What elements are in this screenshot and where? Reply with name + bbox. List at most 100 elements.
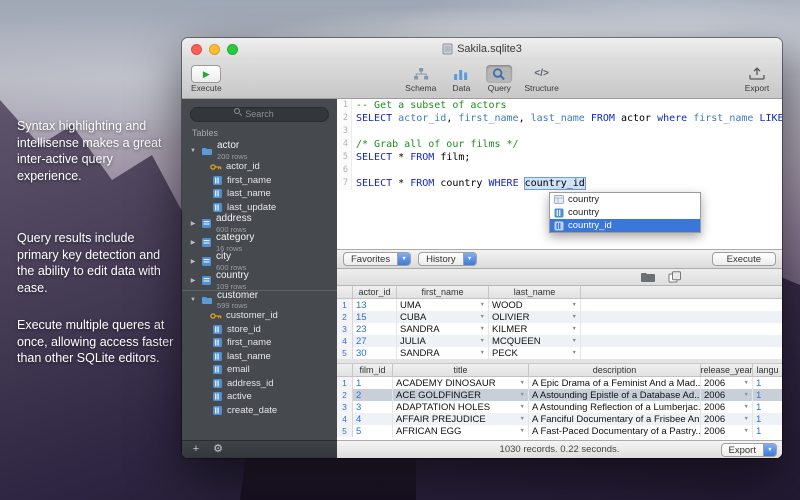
sidebar-item-city[interactable]: ▶ city600 rows: [182, 252, 337, 271]
table-row[interactable]: 5 30 SANDRA▼ PECK▼: [337, 347, 782, 359]
toolbar-schema-label: Schema: [405, 84, 436, 93]
column-header[interactable]: langu: [753, 364, 782, 376]
copy-icon[interactable]: [668, 271, 682, 283]
chevron-down-icon: ▼: [463, 253, 476, 265]
sidebar-item-customer[interactable]: ▼ customer599 rows: [182, 290, 337, 309]
filter-chevron-icon[interactable]: ▼: [478, 350, 485, 356]
table-row[interactable]: 1 13 UMA▼ WOOD▼: [337, 299, 782, 311]
filter-chevron-icon[interactable]: ▼: [570, 350, 577, 356]
line-number: 3: [337, 125, 352, 138]
search-input[interactable]: [190, 107, 329, 122]
window-title: Sakila.sqlite3: [442, 43, 522, 55]
filter-chevron-icon[interactable]: ▼: [742, 380, 749, 386]
filter-chevron-icon[interactable]: ▼: [570, 326, 577, 332]
sidebar-column-customer-id[interactable]: customer_id: [182, 309, 337, 323]
export-results-icon[interactable]: [640, 271, 656, 283]
disclosure-closed-icon[interactable]: ▶: [189, 278, 197, 284]
sidebar-column-address-id[interactable]: address_id: [182, 377, 337, 391]
sidebar-column-actor-id[interactable]: actor_id: [182, 160, 337, 174]
table-icon: [201, 275, 212, 286]
filter-chevron-icon[interactable]: ▼: [742, 404, 749, 410]
add-button[interactable]: +: [187, 443, 205, 456]
table-row[interactable]: 4 27 JULIA▼ MCQUEEN▼: [337, 335, 782, 347]
title-bar[interactable]: Sakila.sqlite3: [182, 38, 782, 60]
sidebar-column-last-update[interactable]: last_update: [182, 201, 337, 215]
table-row-selected[interactable]: 2 2 ACE GOLDFINGER▼ A Astounding Epistle…: [337, 389, 782, 401]
filter-chevron-icon[interactable]: ▼: [478, 338, 485, 344]
sidebar-item-category[interactable]: ▶ category16 rows: [182, 233, 337, 252]
sidebar-column-active[interactable]: active: [182, 390, 337, 404]
sidebar-column-last-name[interactable]: last_name: [182, 187, 337, 201]
toolbar-query[interactable]: Query: [486, 65, 512, 93]
table-row[interactable]: 3 3 ADAPTATION HOLES▼ A Astounding Refle…: [337, 401, 782, 413]
zoom-button[interactable]: [227, 44, 238, 55]
toolbar-data[interactable]: Data: [448, 65, 474, 93]
filter-chevron-icon[interactable]: ▼: [742, 416, 749, 422]
column-header[interactable]: first_name: [397, 286, 489, 298]
filter-chevron-icon[interactable]: ▼: [518, 380, 525, 386]
disclosure-open-icon[interactable]: ▼: [189, 297, 197, 303]
sidebar-footer: + ⚙: [182, 440, 337, 458]
column-header[interactable]: last_name: [489, 286, 581, 298]
toolbar-schema[interactable]: Schema: [405, 65, 436, 93]
export-dropdown[interactable]: Export ▼: [721, 443, 777, 457]
disclosure-closed-icon[interactable]: ▶: [189, 240, 197, 246]
column-header[interactable]: release_year: [701, 364, 753, 376]
favorites-dropdown[interactable]: Favorites ▼: [343, 252, 411, 266]
execute-play-icon[interactable]: ▶: [191, 65, 221, 83]
filter-chevron-icon[interactable]: ▼: [518, 416, 525, 422]
table-row[interactable]: 4 4 AFFAIR PREJUDICE▼ A Fanciful Documen…: [337, 413, 782, 425]
filter-chevron-icon[interactable]: ▼: [742, 428, 749, 434]
filter-chevron-icon[interactable]: ▼: [478, 314, 485, 320]
close-button[interactable]: [191, 44, 202, 55]
toolbar-execute[interactable]: ▶ Execute: [191, 65, 222, 93]
column-header[interactable]: actor_id: [353, 286, 397, 298]
sidebar-item-actor[interactable]: ▼ actor200 rows: [182, 141, 337, 160]
sidebar-column-create-date[interactable]: create_date: [182, 404, 337, 418]
autocomplete-popup: country country country_id: [549, 192, 701, 233]
history-dropdown[interactable]: History ▼: [418, 252, 477, 266]
execute-query-button[interactable]: Execute: [712, 252, 776, 266]
table-row[interactable]: 1 1 ACADEMY DINOSAUR▼ A Epic Drama of a …: [337, 377, 782, 389]
filter-chevron-icon[interactable]: ▼: [518, 392, 525, 398]
disclosure-closed-icon[interactable]: ▶: [189, 259, 197, 265]
sidebar-item-country[interactable]: ▶ country109 rows: [182, 271, 337, 290]
disclosure-open-icon[interactable]: ▼: [189, 148, 197, 154]
sidebar-column-last-name-2[interactable]: last_name: [182, 350, 337, 364]
sidebar-column-first-name[interactable]: first_name: [182, 174, 337, 188]
filter-chevron-icon[interactable]: ▼: [478, 302, 485, 308]
column-name: active: [227, 391, 252, 402]
sidebar-column-email[interactable]: email: [182, 363, 337, 377]
filter-chevron-icon[interactable]: ▼: [570, 302, 577, 308]
filter-chevron-icon[interactable]: ▼: [478, 326, 485, 332]
minimize-button[interactable]: [209, 44, 220, 55]
gear-icon[interactable]: ⚙: [209, 443, 227, 456]
sidebar-column-store-id[interactable]: store_id: [182, 323, 337, 337]
filter-chevron-icon[interactable]: ▼: [518, 404, 525, 410]
toolbar-structure[interactable]: </> Structure: [524, 65, 559, 93]
filter-chevron-icon[interactable]: ▼: [742, 392, 749, 398]
toolbar-structure-label: Structure: [524, 84, 559, 93]
status-text: 1030 records. 0.22 seconds.: [500, 444, 620, 455]
table-row[interactable]: 3 23 SANDRA▼ KILMER▼: [337, 323, 782, 335]
column-header[interactable]: description: [529, 364, 701, 376]
column-header[interactable]: title: [393, 364, 529, 376]
filter-chevron-icon[interactable]: ▼: [570, 338, 577, 344]
table-row[interactable]: 2 15 CUBA▼ OLIVIER▼: [337, 311, 782, 323]
table-row[interactable]: 5 5 AFRICAN EGG▼ A Fast-Paced Documentar…: [337, 425, 782, 437]
autocomplete-item-selected[interactable]: country_id: [550, 219, 700, 232]
disclosure-closed-icon[interactable]: ▶: [189, 221, 197, 227]
toolbar-export[interactable]: Export: [744, 65, 770, 93]
column-header[interactable]: film_id: [353, 364, 393, 376]
filter-chevron-icon[interactable]: ▼: [518, 428, 525, 434]
sql-editor[interactable]: 1 -- Get a subset of actors 2 SELECT act…: [337, 99, 782, 249]
sidebar-column-first-name-2[interactable]: first_name: [182, 336, 337, 350]
table-name: city: [216, 252, 246, 262]
sidebar-item-address[interactable]: ▶ address600 rows: [182, 214, 337, 233]
filter-chevron-icon[interactable]: ▼: [570, 314, 577, 320]
autocomplete-item[interactable]: country: [550, 206, 700, 219]
toolbar-view-switcher: Schema Data Query </>: [405, 65, 559, 93]
table-icon: [554, 195, 564, 204]
column-name: last_update: [227, 202, 276, 213]
autocomplete-item[interactable]: country: [550, 193, 700, 206]
